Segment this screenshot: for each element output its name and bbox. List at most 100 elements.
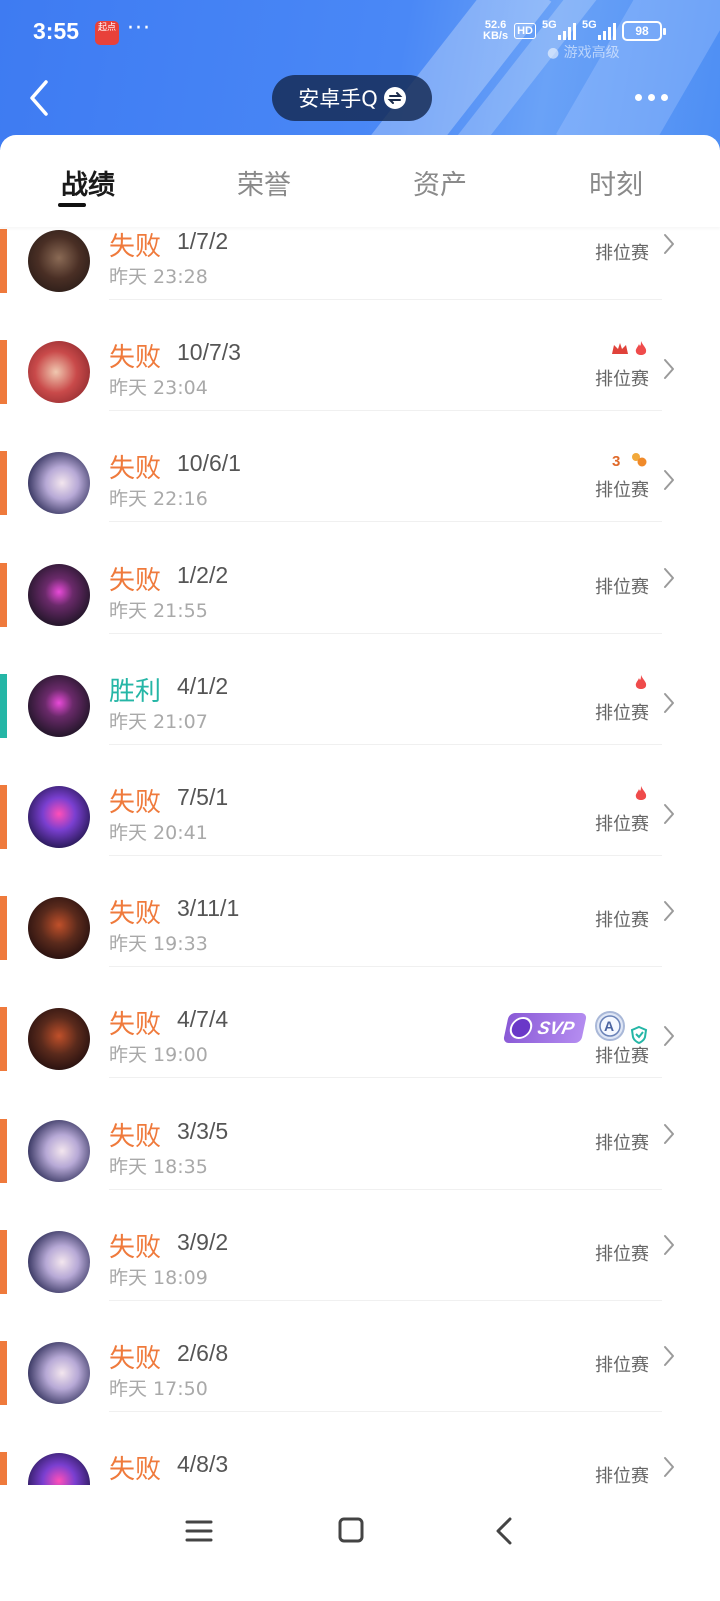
- match-row[interactable]: 失败 7/5/1 昨天 20:41 排位赛: [0, 780, 720, 891]
- match-kda: 4/8/3: [177, 1451, 229, 1478]
- chevron-right-icon: [662, 1344, 676, 1368]
- result-indicator-bar: [0, 785, 7, 849]
- match-result: 失败: [109, 565, 162, 596]
- match-row[interactable]: 失败 10/7/3 昨天 23:04 排位赛: [0, 335, 720, 446]
- battery-icon: 98: [622, 21, 666, 41]
- result-indicator-bar: [0, 673, 7, 738]
- hero-avatar: [28, 1230, 90, 1293]
- match-row[interactable]: 胜利 4/1/2 昨天 21:07 排位赛: [0, 669, 720, 780]
- flame-icon: [634, 340, 648, 362]
- row-divider: [109, 632, 662, 634]
- match-kda: 4/1/2: [177, 672, 229, 699]
- match-time: 昨天 21:07: [109, 710, 208, 733]
- match-time: 昨天 18:09: [109, 1266, 208, 1289]
- result-indicator-bar: [0, 1007, 7, 1072]
- match-mode: 排位赛: [595, 480, 649, 502]
- match-kda: 3/9/2: [177, 1228, 229, 1255]
- chevron-right-icon: [662, 899, 676, 923]
- match-row[interactable]: 失败 1/2/2 昨天 21:55 排位赛: [0, 558, 720, 669]
- match-mode: 排位赛: [595, 576, 649, 598]
- chevron-right-icon: [662, 1024, 676, 1048]
- back-nav-button[interactable]: [486, 1511, 526, 1551]
- row-divider: [109, 743, 662, 745]
- match-row[interactable]: 失败 4/7/4 昨天 19:00 SVP A 排位赛: [0, 1002, 720, 1113]
- account-switcher[interactable]: 安卓手Q: [272, 75, 432, 121]
- hero-avatar: [28, 452, 90, 515]
- match-row[interactable]: 失败 3/3/5 昨天 18:35 排位赛: [0, 1114, 720, 1225]
- match-row[interactable]: 失败 1/7/2 昨天 23:28 排位赛: [0, 227, 720, 335]
- hero-avatar: [28, 786, 90, 848]
- result-indicator-bar: [0, 340, 7, 405]
- match-kda: 10/7/3: [177, 339, 241, 366]
- tab-bar: 战绩 荣誉 资产 时刻: [0, 135, 720, 227]
- chevron-right-icon: [662, 1455, 676, 1479]
- result-indicator-bar: [0, 1452, 7, 1485]
- match-result: 失败: [109, 1344, 162, 1374]
- row-divider: [109, 1411, 662, 1412]
- match-result: 失败: [109, 1121, 162, 1152]
- menu-icon: [185, 1520, 213, 1542]
- hero-avatar: [28, 1453, 90, 1485]
- match-mode: 排位赛: [595, 702, 649, 724]
- match-kda: 1/7/2: [177, 228, 229, 254]
- row-divider: [109, 1299, 662, 1301]
- match-row[interactable]: 失败 10/6/1 昨天 22:16 3 排位赛: [0, 446, 720, 557]
- chevron-right-icon: [662, 566, 676, 590]
- tab-honor[interactable]: 荣誉: [204, 163, 324, 202]
- result-indicator-bar: [0, 896, 7, 961]
- result-indicator-bar: [0, 562, 7, 627]
- hero-avatar: [28, 230, 90, 292]
- chevron-left-icon: [30, 80, 48, 116]
- home-button[interactable]: [332, 1511, 372, 1551]
- match-mode: 排位赛: [595, 1046, 649, 1068]
- hero-avatar: [28, 674, 90, 737]
- match-row[interactable]: 失败4/8/3昨天 17:24排位赛: [0, 1447, 720, 1485]
- triple-kill-icon: 3: [610, 451, 626, 473]
- more-notifications-icon: ···: [127, 16, 151, 41]
- match-row[interactable]: 失败 3/9/2 昨天 18:09 排位赛: [0, 1225, 720, 1336]
- back-button[interactable]: [22, 76, 58, 120]
- row-divider: [109, 299, 662, 300]
- match-mode: 排位赛: [595, 910, 649, 932]
- row-divider: [109, 1077, 662, 1079]
- row-divider: [109, 966, 662, 968]
- active-tab-indicator: [58, 203, 86, 207]
- account-title: 安卓手Q: [298, 87, 378, 111]
- svg-text:A: A: [604, 1018, 614, 1034]
- coin-icon: [630, 451, 648, 473]
- chevron-right-icon: [662, 802, 676, 826]
- match-mode: 排位赛: [595, 1243, 649, 1265]
- match-time: 昨天 19:33: [109, 933, 208, 956]
- row-divider: [109, 1188, 662, 1190]
- result-indicator-bar: [0, 1118, 7, 1183]
- hero-avatar: [28, 563, 90, 626]
- match-time: 昨天 22:16: [109, 488, 208, 511]
- tab-assets[interactable]: 资产: [380, 163, 500, 202]
- match-kda: 4/7/4: [177, 1006, 229, 1033]
- rank-a-icon: A: [594, 1010, 626, 1046]
- match-list[interactable]: 失败 1/7/2 昨天 23:28 排位赛 失败 10/7/3 昨天 23:04 排位赛 失败 1…: [0, 227, 720, 1485]
- match-kda: 2/6/8: [177, 1340, 229, 1366]
- tab-record[interactable]: 战绩: [28, 163, 148, 202]
- tab-moments[interactable]: 时刻: [556, 163, 676, 202]
- match-result: 失败: [109, 899, 162, 930]
- match-time: 昨天 17:50: [109, 1378, 208, 1400]
- match-kda: 3/3/5: [177, 1117, 229, 1144]
- hero-avatar: [28, 341, 90, 404]
- status-bar: 3:55 起点 ··· 52.6 KB/s HD 5G 5G 98 ● 游戏高级: [0, 0, 720, 68]
- match-kda: 3/11/1: [177, 895, 240, 922]
- app-header: 3:55 起点 ··· 52.6 KB/s HD 5G 5G 98 ● 游戏高级: [0, 0, 720, 150]
- match-result: 失败: [109, 232, 162, 262]
- back-triangle-icon: [496, 1517, 512, 1545]
- match-row[interactable]: 失败 3/11/1 昨天 19:33 排位赛: [0, 891, 720, 1002]
- match-result: 失败: [109, 788, 162, 818]
- row-divider: [109, 410, 662, 412]
- menu-button[interactable]: [180, 1511, 220, 1551]
- match-mode: 排位赛: [595, 369, 649, 391]
- more-options-button[interactable]: [635, 94, 668, 101]
- match-result: 失败: [109, 1455, 162, 1485]
- result-indicator-bar: [0, 1229, 7, 1294]
- match-result: 失败: [109, 454, 162, 485]
- match-row[interactable]: 失败 2/6/8 昨天 17:50 排位赛: [0, 1336, 720, 1447]
- match-result: 失败: [109, 1232, 162, 1263]
